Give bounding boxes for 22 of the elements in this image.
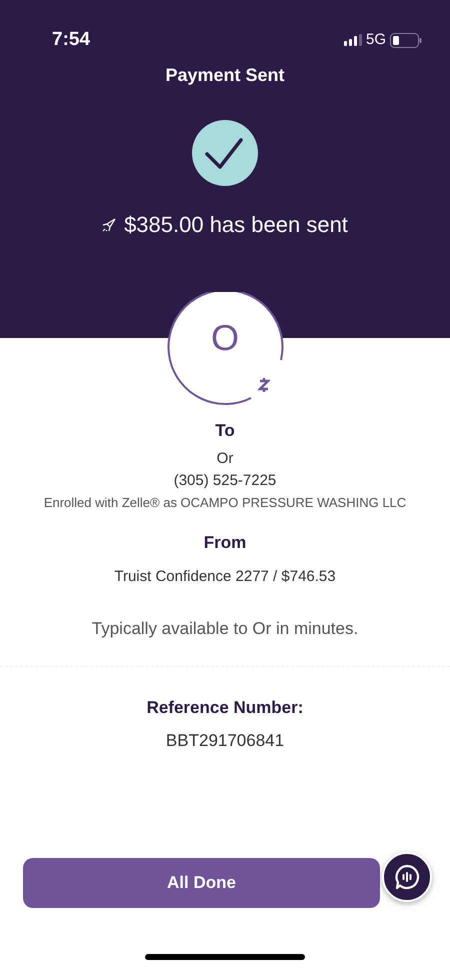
reference-number: BBT291706841 <box>164 730 286 752</box>
paper-plane-icon <box>102 218 116 232</box>
from-heading: From <box>202 532 248 554</box>
network-label: 5G <box>366 30 386 50</box>
checkmark-icon <box>192 120 258 186</box>
signal-icon <box>344 34 362 46</box>
zelle-icon <box>258 376 270 394</box>
battery-icon <box>390 32 422 48</box>
reference-heading: Reference Number: <box>146 696 304 718</box>
account-text: Truist Confidence 2277 / $746.53 <box>113 566 337 586</box>
sent-message: $385.00 has been sent <box>124 211 348 239</box>
availability-text: Typically available to Or in minutes. <box>90 618 360 640</box>
to-heading: To <box>214 420 236 442</box>
chat-button[interactable] <box>382 852 432 902</box>
enrollment-text: Enrolled with Zelle® as OCAMPO PRESSURE WASHING LLC <box>42 494 408 512</box>
avatar-initial: O <box>210 316 240 360</box>
recipient-phone: (305) 525-7225 <box>172 471 278 491</box>
screen-title: Payment Sent <box>165 65 285 85</box>
recipient-name: Or <box>216 448 234 468</box>
status-time: 7:54 <box>52 28 90 52</box>
all-done-button[interactable]: All Done <box>23 858 380 908</box>
chat-icon <box>393 862 421 890</box>
